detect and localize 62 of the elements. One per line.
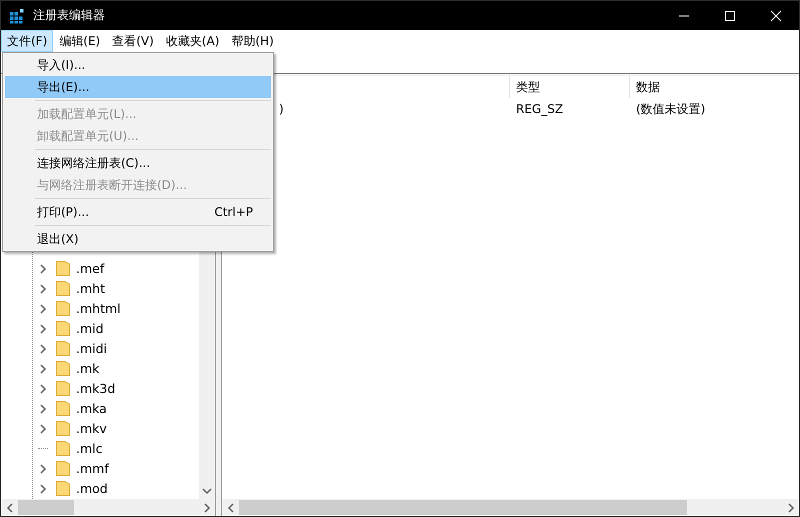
scroll-right-icon[interactable]: [202, 502, 212, 512]
maximize-icon: [724, 10, 736, 22]
menu-item[interactable]: 文件(F): [1, 30, 54, 52]
tree-item[interactable]: .mlc: [76, 440, 102, 456]
scrollbar[interactable]: [1, 499, 215, 516]
scrollbar[interactable]: [222, 499, 799, 516]
expand-icon[interactable]: [38, 364, 48, 374]
menu-item[interactable]: 打印(P)... Ctrl+P: [5, 201, 271, 223]
folder-icon: [56, 400, 70, 416]
folder-icon: [56, 480, 70, 496]
expand-icon[interactable]: [38, 284, 48, 294]
menu-item[interactable]: 帮助(H): [225, 30, 280, 52]
folder-icon: [56, 460, 70, 476]
tree-item[interactable]: .mk3d: [76, 380, 116, 396]
folder-icon: [56, 440, 70, 456]
column-header[interactable]: 类型: [516, 78, 540, 96]
tree-item[interactable]: .mhtml: [76, 300, 121, 316]
tree-item[interactable]: .midi: [76, 340, 108, 356]
folder-icon: [56, 420, 70, 436]
menu-item[interactable]: 连接网络注册表(C)...: [5, 152, 271, 174]
expand-icon[interactable]: [38, 404, 48, 414]
expand-icon[interactable]: [38, 464, 48, 474]
menu-item[interactable]: 退出(X): [5, 228, 271, 250]
expand-icon[interactable]: [38, 264, 48, 274]
window-title: 注册表编辑器: [33, 7, 106, 24]
scroll-left-icon[interactable]: [226, 502, 236, 512]
tree-item[interactable]: .mka: [76, 400, 107, 416]
expand-icon[interactable]: [38, 324, 48, 334]
app-icon: [9, 8, 25, 24]
menu-item[interactable]: 导出(E)...: [5, 76, 271, 98]
expand-icon[interactable]: [38, 424, 48, 434]
expand-icon[interactable]: [38, 384, 48, 394]
menu-item[interactable]: 收藏夹(A): [160, 30, 226, 52]
folder-icon: [56, 260, 70, 276]
expand-icon[interactable]: [38, 304, 48, 314]
folder-icon: [56, 280, 70, 296]
folder-icon: [56, 380, 70, 396]
menu-item[interactable]: 导入(I)...: [5, 54, 271, 76]
menu-item[interactable]: 编辑(E): [53, 30, 106, 52]
tree-item[interactable]: .mod: [76, 480, 108, 496]
expand-icon[interactable]: [38, 344, 48, 354]
table-cell: (数值未设置): [636, 102, 706, 116]
table-cell: REG_SZ: [516, 102, 564, 116]
menu-item[interactable]: 查看(V): [106, 30, 160, 52]
tree-item[interactable]: .mkv: [76, 420, 107, 436]
folder-icon: [56, 360, 70, 376]
tree-item[interactable]: .mef: [76, 260, 104, 276]
minimize-icon: [678, 14, 690, 16]
tree-item[interactable]: .mk: [76, 360, 100, 376]
close-icon: [770, 10, 782, 22]
scroll-down-icon[interactable]: [202, 486, 212, 496]
tree-item[interactable]: .mht: [76, 280, 105, 296]
folder-icon: [56, 320, 70, 336]
tree-item[interactable]: .mmf: [76, 460, 109, 476]
column-header[interactable]: 数据: [636, 78, 660, 96]
scroll-right-icon[interactable]: [786, 502, 796, 512]
table-cell: ): [279, 102, 284, 116]
scroll-left-icon[interactable]: [4, 502, 14, 512]
tree-item[interactable]: .mid: [76, 320, 104, 336]
folder-icon: [56, 340, 70, 356]
folder-icon: [56, 300, 70, 316]
expand-icon[interactable]: [38, 484, 48, 494]
